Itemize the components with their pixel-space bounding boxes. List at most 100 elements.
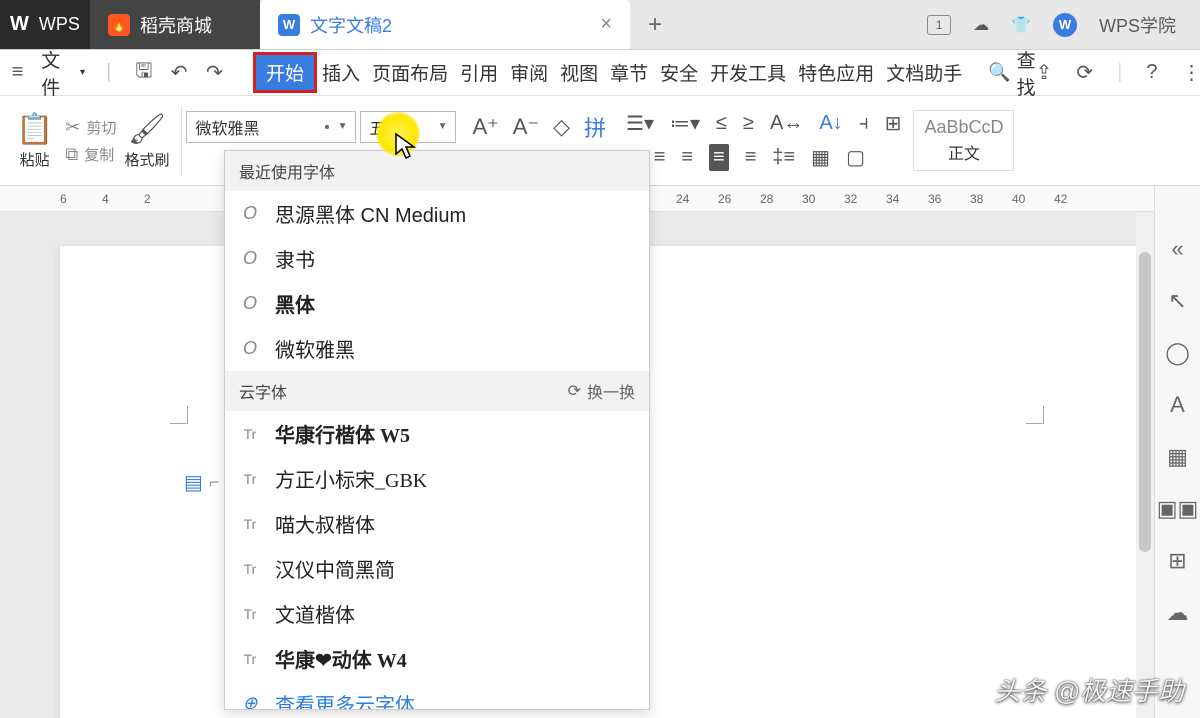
apps-icon[interactable]: ▣▣: [1157, 496, 1199, 522]
font-option[interactable]: Tr方正小标宋_GBK: [225, 456, 649, 501]
borders-icon[interactable]: ⊞: [885, 111, 902, 136]
align-distribute-icon[interactable]: ≡: [745, 146, 757, 169]
wps-badge-icon[interactable]: W: [1053, 13, 1077, 37]
close-tab-icon[interactable]: ×: [600, 13, 612, 36]
cloud-plus-icon: ⊕: [239, 693, 261, 710]
clear-format-icon[interactable]: ◇: [553, 114, 570, 140]
shirt-icon[interactable]: 👕: [1011, 15, 1031, 35]
more-icon[interactable]: ⋮: [1182, 60, 1200, 85]
settings-icon[interactable]: ⊞: [1168, 548, 1186, 574]
scissors-icon: ✂: [65, 117, 80, 138]
page-indicator[interactable]: 1: [927, 15, 951, 35]
truetype-icon: Tr: [239, 516, 261, 532]
tab-store[interactable]: 🔥 稻壳商城: [90, 0, 260, 49]
table-tool-icon[interactable]: ▦: [1167, 444, 1188, 470]
font-size-combobox[interactable]: 五号 ▼: [360, 111, 456, 143]
new-tab-button[interactable]: +: [630, 0, 680, 49]
font-option[interactable]: Tr喵大叔楷体: [225, 501, 649, 546]
scrollbar-thumb[interactable]: [1139, 252, 1151, 552]
bullets-icon[interactable]: ☰▾: [626, 111, 654, 136]
menu-tab-reference[interactable]: 引用: [456, 55, 502, 90]
menu-search[interactable]: 🔍 查找: [988, 46, 1035, 100]
wps-college-link[interactable]: WPS学院: [1099, 12, 1176, 38]
dot-icon: [325, 125, 329, 129]
cloud-tool-icon[interactable]: ☁: [1167, 600, 1189, 626]
scrollbar-vertical[interactable]: [1136, 212, 1154, 718]
refresh-icon: ⟳: [568, 381, 581, 401]
menu-tab-devtools[interactable]: 开发工具: [706, 55, 790, 90]
wps-logo-icon: W: [10, 14, 29, 36]
tab-wps-home[interactable]: W WPS: [0, 0, 90, 49]
menu-tab-security[interactable]: 安全: [656, 55, 702, 90]
title-bar: W WPS 🔥 稻壳商城 W 文字文稿2 × + 1 ☁ 👕 W WPS学院: [0, 0, 1200, 50]
redo-icon[interactable]: ↷: [203, 60, 226, 86]
cut-button[interactable]: ✂剪切: [65, 117, 116, 138]
menu-bar: ≡ 文件▾ | 🖫 ↶ ↷ 开始 插入 页面布局 引用 审阅 视图 章节 安全 …: [0, 50, 1200, 96]
dd-recent-header: 最近使用字体: [225, 151, 649, 191]
font-option[interactable]: O隶书: [225, 236, 649, 281]
tab-document-active[interactable]: W 文字文稿2 ×: [260, 0, 630, 49]
increase-indent-icon[interactable]: ≥: [743, 112, 754, 135]
menu-tab-review[interactable]: 审阅: [506, 55, 552, 90]
tab-store-label: 稻壳商城: [140, 12, 212, 38]
numbering-icon[interactable]: ≔▾: [670, 111, 700, 136]
document-icon: ▤: [184, 470, 203, 495]
copy-button[interactable]: ⧉复制: [65, 144, 116, 165]
grow-font-icon[interactable]: A⁺: [472, 114, 498, 140]
text-tool-icon[interactable]: A: [1170, 392, 1185, 418]
ribbon-format-painter[interactable]: 🖌 格式刷: [116, 96, 177, 185]
font-option[interactable]: O黑体: [225, 281, 649, 326]
font-option[interactable]: Tr汉仪中简黑简: [225, 546, 649, 591]
menu-tab-section[interactable]: 章节: [606, 55, 652, 90]
align-center-icon[interactable]: ≡: [654, 146, 666, 169]
save-icon[interactable]: 🖫: [132, 60, 155, 86]
truetype-icon: Tr: [239, 651, 261, 667]
share-icon[interactable]: ⇪: [1036, 60, 1053, 85]
shapes-icon[interactable]: ◯: [1165, 340, 1190, 366]
font-option[interactable]: Tr华康❤动体 W4: [225, 636, 649, 681]
tabs-icon[interactable]: ⫞: [859, 112, 869, 135]
align-right-icon[interactable]: ≡: [681, 146, 693, 169]
menu-tab-special-apps[interactable]: 特色应用: [794, 55, 878, 90]
chevron-down-icon: ▼: [338, 121, 348, 132]
shrink-font-icon[interactable]: A⁻: [513, 114, 539, 140]
help-icon[interactable]: ?: [1146, 61, 1157, 84]
hamburger-icon[interactable]: ≡: [6, 60, 29, 86]
phonetic-guide-icon[interactable]: 拼: [584, 111, 606, 143]
menu-tab-page-layout[interactable]: 页面布局: [368, 55, 452, 90]
undo-icon[interactable]: ↶: [168, 60, 191, 86]
file-menu[interactable]: 文件▾: [41, 46, 85, 100]
decrease-indent-icon[interactable]: ≤: [716, 112, 727, 135]
swap-fonts-button[interactable]: ⟳换一换: [568, 379, 635, 403]
menu-tab-start[interactable]: 开始: [256, 55, 314, 90]
expand-panel-icon[interactable]: «: [1171, 236, 1183, 262]
shading-icon[interactable]: ▦: [811, 145, 830, 170]
menu-tab-doc-assistant[interactable]: 文档助手: [882, 55, 966, 90]
sync-icon[interactable]: ⟳: [1076, 60, 1093, 85]
char-scale-icon[interactable]: A↔: [770, 112, 803, 135]
sep: |: [1117, 61, 1122, 84]
font-option[interactable]: Tr华康行楷体 W5: [225, 411, 649, 456]
menu-tab-view[interactable]: 视图: [556, 55, 602, 90]
menu-tabs: 开始 插入 页面布局 引用 审阅 视图 章节 安全 开发工具 特色应用 文档助手…: [256, 46, 1036, 100]
select-tool-icon[interactable]: ↖: [1168, 288, 1186, 314]
clipboard-icon: 📋: [16, 112, 53, 147]
ribbon-paste-group: 📋 粘贴: [8, 96, 61, 185]
font-name-combobox[interactable]: 微软雅黑 ▼: [186, 111, 356, 143]
cloud-sync-icon[interactable]: ☁: [973, 15, 989, 35]
search-icon: 🔍: [988, 62, 1010, 83]
font-tools-row1: A⁺ A⁻ ◇ 拼: [472, 111, 606, 143]
font-option[interactable]: O思源黑体 CN Medium: [225, 191, 649, 236]
font-dropdown[interactable]: 最近使用字体 O思源黑体 CN Medium O隶书 O黑体 O微软雅黑 云字体…: [224, 150, 650, 710]
border-style-icon[interactable]: ▢: [846, 145, 865, 170]
style-normal[interactable]: AaBbCcD 正文: [913, 110, 1014, 171]
menu-right-cluster: ⇪ ⟳ | ? ⋮ ︿: [1036, 58, 1200, 87]
align-justify-icon[interactable]: ≡: [709, 144, 729, 171]
font-option[interactable]: O微软雅黑: [225, 326, 649, 371]
menu-tab-insert[interactable]: 插入: [318, 55, 364, 90]
font-option[interactable]: Tr文道楷体: [225, 591, 649, 636]
paste-button[interactable]: 📋 粘贴: [16, 112, 53, 170]
more-cloud-fonts-link[interactable]: ⊕查看更多云字体: [225, 681, 649, 710]
sort-icon[interactable]: A↓: [819, 112, 842, 135]
line-spacing-icon[interactable]: ‡≡: [772, 146, 795, 169]
